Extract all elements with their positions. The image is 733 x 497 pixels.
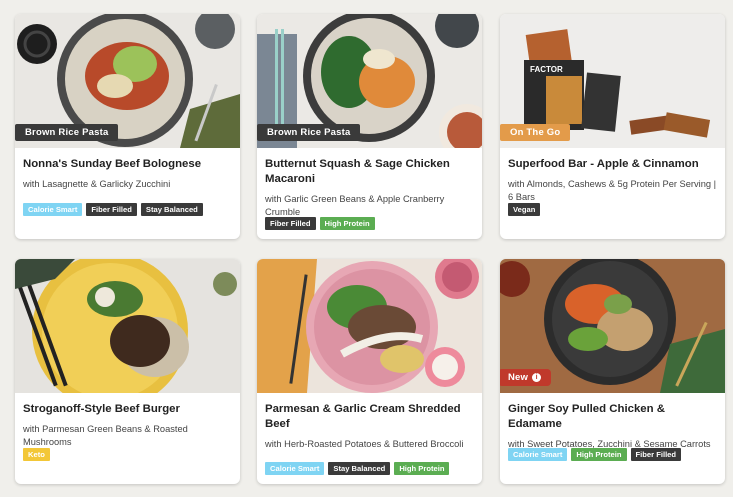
meal-subtitle: with Parmesan Green Beans & Roasted Mush… bbox=[23, 424, 188, 447]
meal-subtitle: with Lasagnette & Garlicky Zucchini bbox=[23, 179, 171, 189]
meal-card[interactable]: Stroganoff-Style Beef Burger with Parmes… bbox=[15, 259, 240, 484]
meal-title[interactable]: Parmesan & Garlic Cream Shredded Beef bbox=[265, 402, 474, 432]
meal-card[interactable]: Brown Rice Pasta Butternut Squash & Sage… bbox=[257, 14, 482, 239]
meal-photo: New i bbox=[500, 259, 725, 393]
tag-list: Calorie Smart Fiber Filled Stay Balanced bbox=[23, 203, 203, 216]
meal-title[interactable]: Nonna's Sunday Beef Bolognese bbox=[23, 157, 232, 172]
tag-calorie-smart: Calorie Smart bbox=[508, 448, 568, 461]
tag-keto: Keto bbox=[23, 448, 50, 461]
meal-subtitle: with Herb-Roasted Potatoes & Buttered Br… bbox=[265, 439, 464, 449]
meal-card[interactable]: Parmesan & Garlic Cream Shredded Beef wi… bbox=[257, 259, 482, 484]
meal-photo bbox=[15, 259, 240, 393]
meal-photo: FACTOR On The Go bbox=[500, 14, 725, 148]
package-brand: FACTOR bbox=[530, 65, 563, 74]
tag-list: Calorie Smart High Protein Fiber Filled bbox=[508, 448, 682, 461]
meal-title[interactable]: Stroganoff-Style Beef Burger bbox=[23, 402, 232, 417]
tag-list: Fiber Filled High Protein bbox=[265, 217, 375, 230]
promo-flag: Brown Rice Pasta bbox=[15, 124, 119, 141]
tag-high-protein: High Protein bbox=[394, 462, 450, 475]
tag-vegan: Vegan bbox=[508, 203, 541, 216]
tag-fiber-filled: Fiber Filled bbox=[265, 217, 316, 230]
tag-high-protein: High Protein bbox=[319, 217, 375, 230]
meal-photo bbox=[257, 259, 482, 393]
tag-fiber-filled: Fiber Filled bbox=[86, 203, 137, 216]
tag-calorie-smart: Calorie Smart bbox=[23, 203, 83, 216]
meal-title[interactable]: Ginger Soy Pulled Chicken & Edamame bbox=[508, 402, 717, 432]
meal-card[interactable]: New i Ginger Soy Pulled Chicken & Edamam… bbox=[500, 259, 725, 484]
tag-stay-balanced: Stay Balanced bbox=[140, 203, 203, 216]
tag-calorie-smart: Calorie Smart bbox=[265, 462, 325, 475]
info-icon[interactable]: i bbox=[532, 373, 542, 382]
tag-high-protein: High Protein bbox=[571, 448, 627, 461]
tag-list: Vegan bbox=[508, 203, 541, 216]
tag-list: Calorie Smart Stay Balanced High Protein bbox=[265, 462, 450, 475]
meal-title[interactable]: Superfood Bar - Apple & Cinnamon bbox=[508, 157, 717, 172]
tag-fiber-filled: Fiber Filled bbox=[630, 448, 682, 461]
tag-stay-balanced: Stay Balanced bbox=[328, 462, 391, 475]
meal-subtitle: with Garlic Green Beans & Apple Cranberr… bbox=[265, 194, 445, 217]
meal-title[interactable]: Butternut Squash & Sage Chicken Macaroni bbox=[265, 157, 474, 187]
tag-list: Keto bbox=[23, 448, 50, 461]
meal-photo: Brown Rice Pasta bbox=[257, 14, 482, 148]
promo-flag: Brown Rice Pasta bbox=[257, 124, 361, 141]
meal-subtitle: with Almonds, Cashews & 5g Protein Per S… bbox=[508, 179, 717, 202]
promo-flag: On The Go bbox=[500, 124, 571, 141]
new-flag-label: New bbox=[508, 372, 529, 383]
meal-card[interactable]: FACTOR On The Go Superfood Bar - Apple &… bbox=[500, 14, 725, 239]
meal-photo: Brown Rice Pasta bbox=[15, 14, 240, 148]
meal-card[interactable]: Brown Rice Pasta Nonna's Sunday Beef Bol… bbox=[15, 14, 240, 239]
new-flag: New i bbox=[500, 369, 552, 386]
